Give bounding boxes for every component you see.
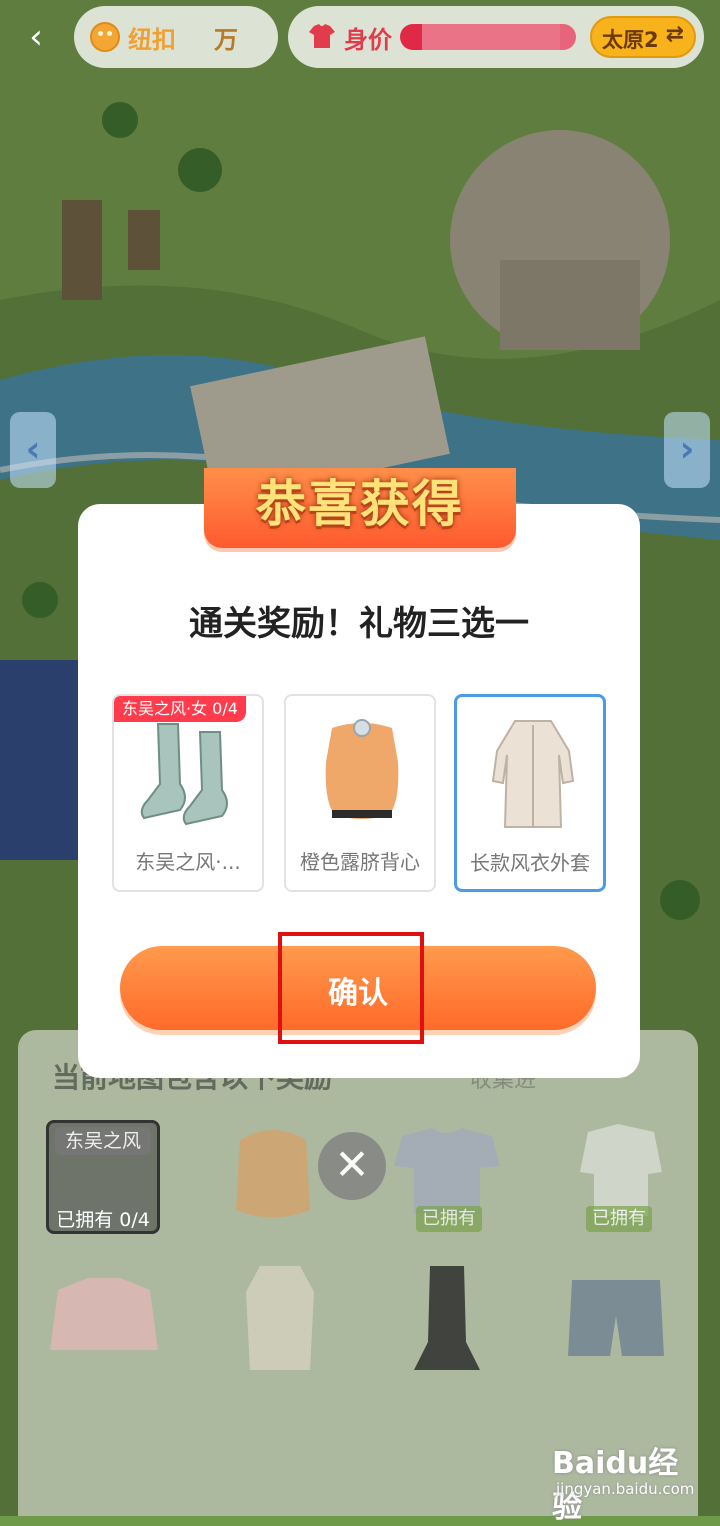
- worth-progress-bar: [400, 24, 576, 50]
- boots-icon: [140, 723, 228, 826]
- owned-badge: 已拥有: [416, 1206, 482, 1232]
- gift-option-tag: 东吴之风·女 0/4: [114, 696, 246, 722]
- reward-crop-top-icon[interactable]: [230, 1120, 316, 1230]
- gift-option-crop-top[interactable]: 橙色露脐背心: [284, 694, 436, 892]
- reward-tshirt-icon[interactable]: [392, 1126, 502, 1216]
- gift-option-name: 东吴之风·...: [135, 850, 241, 874]
- baidu-watermark: Baidu经验 jingyan.baidu.com: [552, 1438, 702, 1525]
- city-switch-button[interactable]: 太原2 ⇄: [590, 16, 696, 58]
- city-label: 太原2: [602, 28, 659, 52]
- map-next-arrow-icon[interactable]: ›: [664, 412, 710, 488]
- crop-top-icon: [325, 719, 399, 819]
- gift-option-trench-coat[interactable]: 长款风衣外套: [454, 694, 606, 892]
- set-name: 东吴之风: [55, 1127, 151, 1155]
- owned-badge: 已拥有: [586, 1206, 652, 1232]
- buttons-value: 万: [214, 26, 238, 54]
- set-owned-count: 已拥有 0/4: [56, 1209, 150, 1231]
- trench-coat-icon: [491, 720, 575, 828]
- set-card[interactable]: 东吴之风 已拥有 0/4: [46, 1120, 160, 1234]
- reward-subtitle: 通关奖励！礼物三选一: [189, 604, 529, 644]
- top-bar: ‹ 纽扣 万 身价 太原2 ⇄: [0, 0, 720, 80]
- watermark-url: jingyan.baidu.com: [556, 1480, 695, 1498]
- close-icon[interactable]: ✕: [318, 1132, 386, 1200]
- swap-icon: ⇄: [665, 22, 684, 47]
- chevron-left-icon[interactable]: ‹: [18, 18, 54, 56]
- buttons-label: 纽扣: [128, 26, 176, 54]
- reward-black-skirt-icon[interactable]: [412, 1262, 482, 1374]
- reward-denim-shorts-icon[interactable]: [566, 1276, 666, 1362]
- button-coin-icon: [90, 22, 120, 52]
- shirt-icon: [309, 24, 335, 48]
- gift-option-name: 长款风衣外套: [470, 851, 590, 875]
- gift-option-name: 橙色露脐背心: [300, 850, 420, 874]
- reward-banner-title: 恭喜获得: [256, 475, 464, 533]
- buttons-currency-pill[interactable]: 纽扣 万: [74, 6, 278, 68]
- reward-pink-jacket-icon[interactable]: [48, 1270, 160, 1360]
- annotation-highlight-box: [278, 932, 424, 1044]
- reward-white-top-icon[interactable]: [578, 1122, 664, 1218]
- worth-label: 身价: [344, 26, 392, 54]
- gift-option-boots[interactable]: 东吴之风·女 0/4 东吴之风·...: [112, 694, 264, 892]
- reward-trench-coat-icon[interactable]: [240, 1262, 320, 1374]
- map-prev-arrow-icon[interactable]: ‹: [10, 412, 56, 488]
- worth-redacted-value: [422, 24, 560, 50]
- worth-pill[interactable]: 身价 太原2 ⇄: [288, 6, 704, 68]
